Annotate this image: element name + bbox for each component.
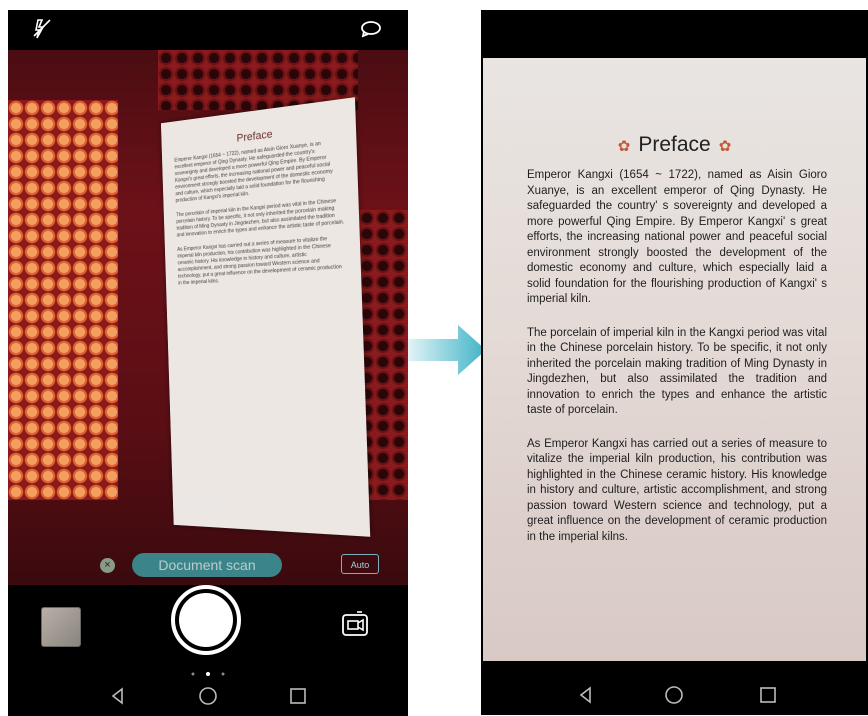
document-preview-paragraph: The porcelain of imperial kiln in the Ka… (176, 197, 345, 239)
scanned-document: ✿ Preface ✿ Emperor Kangxi (1654 ~ 1722), … (483, 58, 866, 661)
document-body: Emperor Kangxi (1654 ~ 1722), named as A… (527, 168, 827, 563)
scan-mode-bar: × Document scan Auto (8, 550, 408, 582)
auto-button[interactable]: Auto (341, 554, 379, 574)
navigation-bar (481, 675, 868, 715)
ornament-right-icon: ✿ (719, 138, 732, 155)
camera-viewfinder[interactable]: Preface Emperor Kangxi (1654 ~ 1722), na… (8, 50, 408, 585)
switch-mode-icon[interactable] (358, 16, 384, 42)
document-paragraph: Emperor Kangxi (1654 ~ 1722), named as A… (527, 168, 827, 308)
back-icon[interactable] (108, 686, 128, 706)
transition-arrow-icon (408, 325, 488, 375)
analyzing-status: Analyzing... (173, 498, 230, 510)
recents-icon[interactable] (288, 686, 308, 706)
document-paragraph: As Emperor Kangxi has carried out a seri… (527, 437, 827, 546)
flash-off-icon[interactable] (30, 16, 56, 42)
back-icon[interactable] (576, 685, 596, 705)
navigation-bar (8, 676, 408, 716)
recents-icon[interactable] (758, 685, 778, 705)
home-icon[interactable] (664, 685, 684, 705)
shutter-button[interactable] (171, 585, 241, 655)
document-preview-paragraph: As Emperor Kangxi has carried out a seri… (177, 235, 347, 288)
home-icon[interactable] (198, 686, 218, 706)
close-mode-button[interactable]: × (100, 558, 115, 573)
camera-screen: Preface Emperor Kangxi (1654 ~ 1722), na… (8, 10, 408, 716)
document-preview: Preface Emperor Kangxi (1654 ~ 1722), na… (161, 97, 370, 537)
switch-camera-icon[interactable] (340, 609, 370, 639)
scanned-document-screen: ✿ Preface ✿ Emperor Kangxi (1654 ~ 1722), … (481, 10, 868, 715)
document-title-row: ✿ Preface ✿ (483, 133, 866, 157)
ornament-left-icon: ✿ (618, 138, 631, 155)
window-lattice-left (8, 100, 118, 500)
gallery-thumbnail[interactable] (41, 607, 81, 647)
document-title: Preface (638, 133, 710, 156)
document-paragraph: The porcelain of imperial kiln in the Ka… (527, 326, 827, 419)
document-scan-mode-label[interactable]: Document scan (132, 553, 282, 577)
camera-top-bar (8, 10, 408, 50)
